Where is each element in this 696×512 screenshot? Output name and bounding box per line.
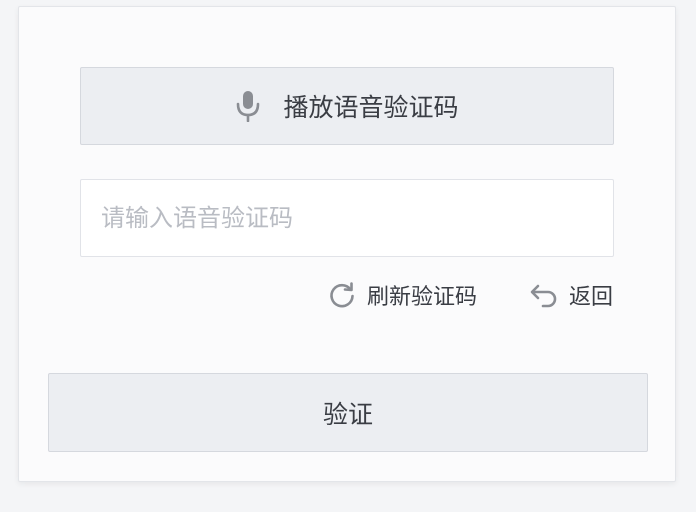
undo-arrow-icon	[529, 280, 559, 310]
back-label: 返回	[568, 285, 613, 310]
refresh-captcha-link[interactable]: 刷新验证码	[327, 279, 477, 311]
voice-code-input[interactable]	[80, 179, 614, 257]
refresh-icon	[327, 280, 357, 310]
play-audio-captcha-label: 播放语音验证码	[283, 93, 459, 122]
back-link[interactable]: 返回	[529, 279, 613, 311]
captcha-actions: 刷新验证码 返回	[327, 275, 613, 315]
voice-captcha-panel: 播放语音验证码 刷新验证码 返回 验证	[18, 6, 676, 482]
microphone-icon	[235, 90, 261, 122]
verify-button[interactable]: 验证	[48, 373, 648, 452]
verify-button-label: 验证	[322, 399, 373, 429]
play-audio-captcha-button[interactable]: 播放语音验证码	[80, 67, 614, 145]
refresh-captcha-label: 刷新验证码	[366, 285, 477, 310]
